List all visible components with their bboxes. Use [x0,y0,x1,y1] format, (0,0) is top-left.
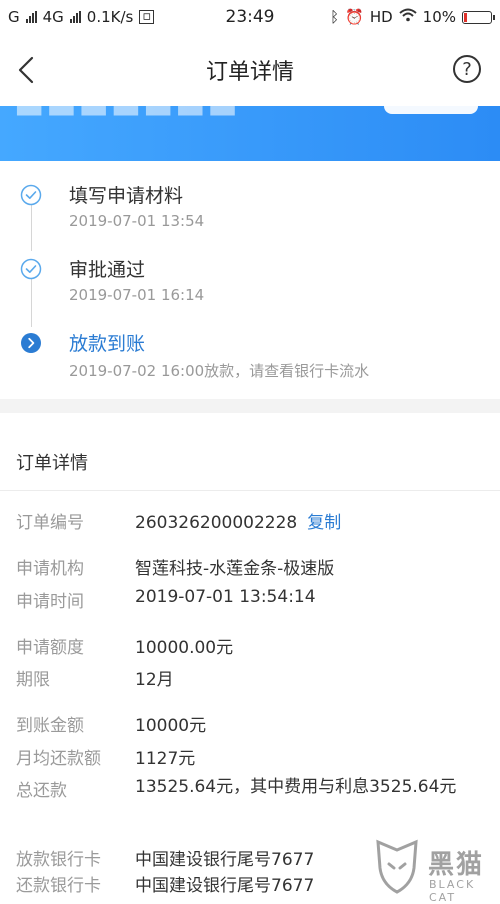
field-value: 中国建设银行尾号7677 [135,850,315,870]
nav-bar: 订单详情 ? [0,34,500,106]
step-label: 审批通过 [69,259,146,281]
timeline-connector [31,205,32,251]
section-title: 订单详情 [16,453,88,474]
timeline-connector [31,279,32,327]
field-label: 申请时间 [16,592,84,612]
page-title: 订单详情 [205,60,294,85]
field-value: 260326200002228 复制 [135,508,341,533]
notification-icon: ▫ [139,10,155,24]
chevron-right-circle-icon [21,333,41,353]
help-button[interactable]: ? [453,55,481,83]
step-detail: 2019-07-01 13:54 [69,212,205,230]
status-right: ᛒ ⏰ HD 10% [330,8,495,26]
question-icon: ? [462,58,472,80]
step-label: 放款到账 [69,333,146,355]
signal-icon-2 [69,11,81,23]
field-label: 申请额度 [16,638,84,658]
field-label: 到账金额 [16,716,84,736]
field-value: 1127元 [135,749,196,769]
field-value: 13525.64元，其中费用与利息3525.64元 [135,777,457,797]
field-value: 10000元 [135,716,207,736]
order-number: 260326200002228 [135,513,298,533]
back-button[interactable] [12,54,44,86]
field-value: 智莲科技-水莲金条-极速版 [135,559,335,579]
chevron-left-icon [18,56,34,84]
banner-text-cut: ▬▬▬▬▬▬▬ [14,106,240,126]
carrier-label: G [8,8,20,26]
field-value: 2019-07-01 13:54:14 [135,587,316,607]
divider [0,490,500,491]
field-label: 申请机构 [16,559,84,579]
network-speed: 0.1K/s [86,8,134,26]
field-label: 放款银行卡 [16,850,101,870]
watermark-text: 黑猫 [428,850,485,880]
check-circle-icon [20,184,42,206]
network-label: 4G [42,8,64,26]
field-label: 订单编号 [16,513,84,533]
section-separator [0,399,500,413]
field-label: 还款银行卡 [16,876,101,896]
copy-button[interactable]: 复制 [307,513,341,533]
step-label: 填写申请材料 [69,185,184,207]
status-banner: ▬▬▬▬▬▬▬ [0,106,500,161]
field-label: 月均还款额 [16,749,101,769]
signal-icon [25,11,37,23]
watermark-subtext: BLACK CAT [429,878,476,904]
wifi-icon [398,8,417,26]
check-circle-icon [20,258,42,280]
status-left: G 4G 0.1K/s ▫ [8,8,155,26]
alarm-icon: ⏰ [345,8,364,26]
status-bar: G 4G 0.1K/s ▫ 23:49 ᛒ ⏰ HD 10% [0,0,500,34]
bluetooth-icon: ᛒ [330,8,340,26]
field-label: 总还款 [16,781,67,801]
cat-logo-icon [376,839,418,894]
step-detail: 2019-07-02 16:00放款，请查看银行卡流水 [69,362,370,380]
watermark-logo: 黑猫 BLACK CAT [372,838,500,904]
progress-timeline: 填写申请材料 2019-07-01 13:54 审批通过 2019-07-01 … [0,161,500,399]
battery-percent: 10% [422,8,456,26]
hd-label: HD [369,8,393,26]
field-label: 期限 [16,670,50,690]
field-value: 10000.00元 [135,638,234,658]
field-value: 中国建设银行尾号7677 [135,876,315,896]
battery-icon [462,10,495,24]
field-value: 12月 [135,670,174,690]
step-detail: 2019-07-01 16:14 [69,286,205,304]
banner-button-cut [384,106,478,114]
